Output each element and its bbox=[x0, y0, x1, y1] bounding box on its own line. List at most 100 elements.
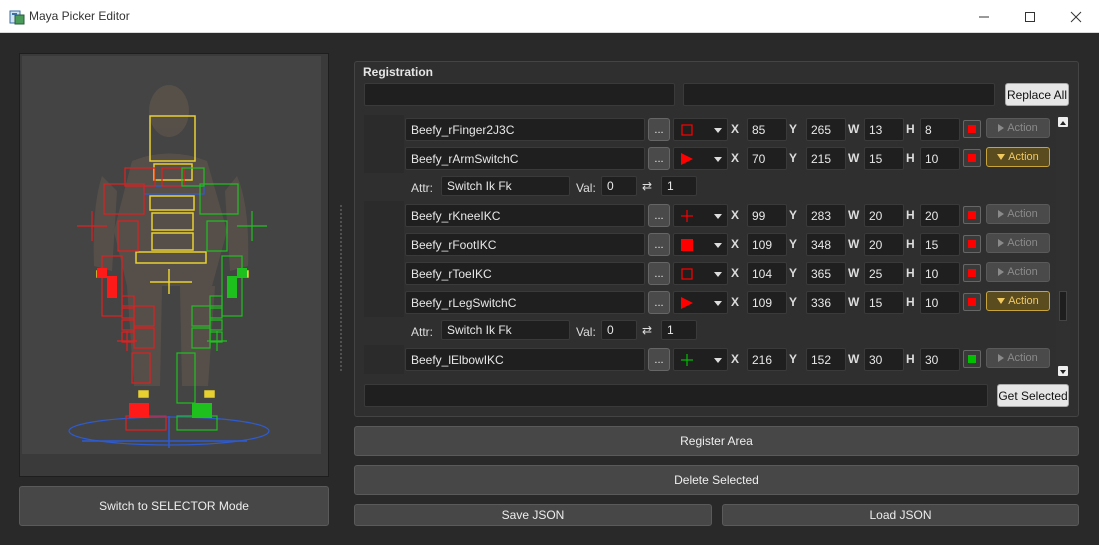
action-toggle-button[interactable]: Action bbox=[986, 291, 1050, 311]
control-name-input[interactable]: Beefy_rKneeIKC bbox=[405, 204, 645, 227]
registration-row: Beefy_rToeIKC ... X 104 Y 365 W 25 H 10 … bbox=[364, 259, 1056, 288]
y-input[interactable]: 283 bbox=[806, 204, 846, 227]
h-input[interactable]: 30 bbox=[920, 348, 960, 371]
h-input[interactable]: 20 bbox=[920, 204, 960, 227]
close-button[interactable] bbox=[1053, 0, 1099, 33]
replace-all-button[interactable]: Replace All bbox=[1005, 83, 1069, 106]
control-name-input[interactable]: Beefy_lElbowIKC bbox=[405, 348, 645, 371]
x-input[interactable]: 85 bbox=[747, 118, 787, 141]
shape-dropdown[interactable] bbox=[673, 118, 728, 141]
registration-title: Registration bbox=[363, 65, 434, 79]
picker-canvas[interactable] bbox=[22, 56, 321, 454]
action-toggle-button[interactable]: Action bbox=[986, 233, 1050, 253]
control-name-input[interactable]: Beefy_rFootIKC bbox=[405, 233, 645, 256]
x-input[interactable]: 104 bbox=[747, 262, 787, 285]
color-picker-button[interactable] bbox=[963, 264, 981, 282]
shape-dropdown[interactable] bbox=[673, 291, 728, 314]
y-input[interactable]: 215 bbox=[806, 147, 846, 170]
scroll-up-arrow[interactable] bbox=[1058, 117, 1068, 127]
pick-control-button[interactable]: ... bbox=[648, 147, 670, 170]
selection-input[interactable] bbox=[364, 384, 988, 407]
replace-input[interactable] bbox=[683, 83, 995, 106]
x-input[interactable]: 216 bbox=[747, 348, 787, 371]
registration-row: Beefy_rFootIKC ... X 109 Y 348 W 20 H 15… bbox=[364, 230, 1056, 259]
x-label: X bbox=[731, 295, 740, 309]
w-input[interactable]: 13 bbox=[864, 118, 904, 141]
pick-control-button[interactable]: ... bbox=[648, 118, 670, 141]
register-area-button[interactable]: Register Area bbox=[354, 426, 1079, 456]
scroll-thumb[interactable] bbox=[1059, 291, 1067, 321]
title-bar: Maya Picker Editor bbox=[0, 0, 1099, 33]
val-input[interactable]: 0 bbox=[601, 176, 637, 196]
registration-row: Beefy_rLegSwitchC ... X 109 Y 336 W 15 H… bbox=[364, 288, 1056, 317]
x-input[interactable]: 99 bbox=[747, 204, 787, 227]
list-scrollbar[interactable] bbox=[1056, 115, 1070, 378]
w-input[interactable]: 30 bbox=[864, 348, 904, 371]
control-name-input[interactable]: Beefy_rToeIKC bbox=[405, 262, 645, 285]
attr-input[interactable]: Switch Ik Fk bbox=[441, 320, 570, 340]
maximize-button[interactable] bbox=[1007, 0, 1053, 33]
y-input[interactable]: 152 bbox=[806, 348, 846, 371]
shape-dropdown[interactable] bbox=[673, 204, 728, 227]
x-input[interactable]: 109 bbox=[747, 233, 787, 256]
w-input[interactable]: 15 bbox=[864, 147, 904, 170]
h-input[interactable]: 8 bbox=[920, 118, 960, 141]
splitter-handle[interactable] bbox=[339, 205, 343, 371]
h-input[interactable]: 10 bbox=[920, 262, 960, 285]
h-label: H bbox=[906, 266, 915, 280]
shape-dropdown[interactable] bbox=[673, 348, 728, 371]
color-picker-button[interactable] bbox=[963, 235, 981, 253]
action-toggle-button[interactable]: Action bbox=[986, 262, 1050, 282]
color-picker-button[interactable] bbox=[963, 293, 981, 311]
h-input[interactable]: 10 bbox=[920, 147, 960, 170]
control-name-input[interactable]: Beefy_rFinger2J3C bbox=[405, 118, 645, 141]
w-input[interactable]: 15 bbox=[864, 291, 904, 314]
shape-dropdown[interactable] bbox=[673, 233, 728, 256]
h-label: H bbox=[906, 352, 915, 366]
find-input[interactable] bbox=[364, 83, 675, 106]
action-label: Action bbox=[1008, 295, 1039, 307]
switch-mode-button[interactable]: Switch to SELECTOR Mode bbox=[19, 486, 329, 526]
action-toggle-button[interactable]: Action bbox=[986, 348, 1050, 368]
load-json-button[interactable]: Load JSON bbox=[722, 504, 1079, 526]
x-input[interactable]: 109 bbox=[747, 291, 787, 314]
y-input[interactable]: 336 bbox=[806, 291, 846, 314]
action-toggle-button[interactable]: Action bbox=[986, 147, 1050, 167]
val-input[interactable]: 0 bbox=[601, 320, 637, 340]
val2-input[interactable]: 1 bbox=[661, 320, 697, 340]
triangle-right-icon bbox=[998, 268, 1005, 276]
w-input[interactable]: 20 bbox=[864, 233, 904, 256]
action-label: Action bbox=[1007, 352, 1038, 364]
w-input[interactable]: 25 bbox=[864, 262, 904, 285]
pick-control-button[interactable]: ... bbox=[648, 204, 670, 227]
y-input[interactable]: 265 bbox=[806, 118, 846, 141]
attr-input[interactable]: Switch Ik Fk bbox=[441, 176, 570, 196]
y-input[interactable]: 365 bbox=[806, 262, 846, 285]
x-input[interactable]: 70 bbox=[747, 147, 787, 170]
color-picker-button[interactable] bbox=[963, 149, 981, 167]
w-input[interactable]: 20 bbox=[864, 204, 904, 227]
delete-selected-button[interactable]: Delete Selected bbox=[354, 465, 1079, 495]
color-picker-button[interactable] bbox=[963, 206, 981, 224]
get-selected-button[interactable]: Get Selected bbox=[997, 384, 1069, 407]
pick-control-button[interactable]: ... bbox=[648, 348, 670, 371]
chevron-down-icon bbox=[714, 358, 722, 363]
pick-control-button[interactable]: ... bbox=[648, 233, 670, 256]
pick-control-button[interactable]: ... bbox=[648, 291, 670, 314]
color-picker-button[interactable] bbox=[963, 350, 981, 368]
y-input[interactable]: 348 bbox=[806, 233, 846, 256]
val2-input[interactable]: 1 bbox=[661, 176, 697, 196]
scroll-down-arrow[interactable] bbox=[1058, 366, 1068, 376]
action-toggle-button[interactable]: Action bbox=[986, 118, 1050, 138]
color-picker-button[interactable] bbox=[963, 120, 981, 138]
pick-control-button[interactable]: ... bbox=[648, 262, 670, 285]
shape-dropdown[interactable] bbox=[673, 147, 728, 170]
h-input[interactable]: 10 bbox=[920, 291, 960, 314]
shape-dropdown[interactable] bbox=[673, 262, 728, 285]
h-input[interactable]: 15 bbox=[920, 233, 960, 256]
action-toggle-button[interactable]: Action bbox=[986, 204, 1050, 224]
control-name-input[interactable]: Beefy_rArmSwitchC bbox=[405, 147, 645, 170]
save-json-button[interactable]: Save JSON bbox=[354, 504, 712, 526]
control-name-input[interactable]: Beefy_rLegSwitchC bbox=[405, 291, 645, 314]
minimize-button[interactable] bbox=[961, 0, 1007, 33]
